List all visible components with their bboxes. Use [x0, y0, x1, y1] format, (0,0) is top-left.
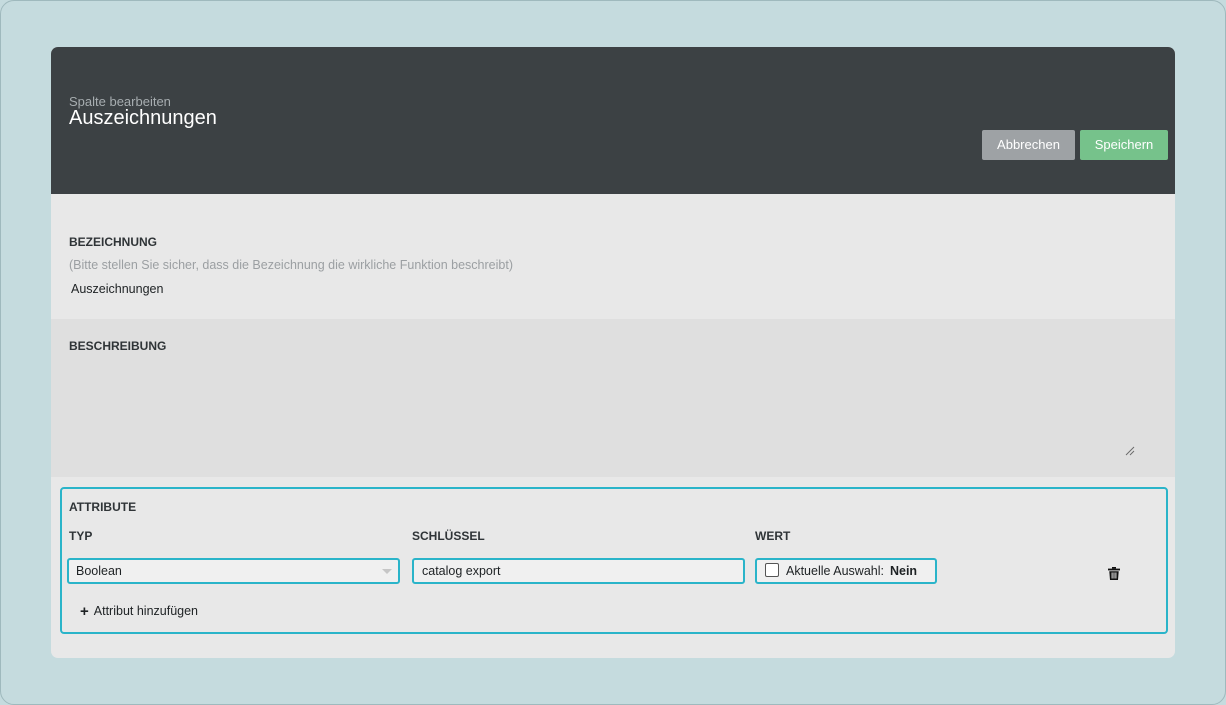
value-column-header: WERT: [755, 529, 791, 543]
description-textarea[interactable]: BESCHREIBUNG: [51, 319, 1175, 477]
type-column-header: TYP: [69, 529, 93, 543]
attributes-panel: ATTRIBUTE TYP SCHLÜSSEL WERT Boolean cat…: [60, 487, 1168, 634]
current-selection-value: Nein: [889, 564, 918, 578]
attributes-title: ATTRIBUTE: [69, 500, 137, 514]
resize-handle-icon[interactable]: [1123, 444, 1135, 456]
key-input[interactable]: catalog export: [412, 558, 745, 584]
chevron-down-icon: [382, 569, 392, 574]
cancel-button[interactable]: Abbrechen: [982, 130, 1075, 160]
add-attribute-button[interactable]: + Attribut hinzufügen: [80, 603, 198, 620]
dialog-header: Spalte bearbeiten Auszeichnungen Abbrech…: [51, 47, 1175, 194]
key-column-header: SCHLÜSSEL: [412, 529, 485, 543]
type-select-value: Boolean: [76, 564, 122, 578]
dialog-title: Auszeichnungen: [69, 107, 217, 129]
name-input[interactable]: Auszeichnungen: [71, 282, 163, 296]
edit-column-dialog: Spalte bearbeiten Auszeichnungen Abbrech…: [51, 47, 1175, 658]
current-selection-label: Aktuelle Auswahl:: [786, 564, 884, 578]
trash-icon[interactable]: [1108, 567, 1120, 580]
boolean-value-field: Aktuelle Auswahl: Nein: [755, 558, 937, 584]
description-label: BESCHREIBUNG: [69, 339, 167, 353]
name-hint: (Bitte stellen Sie sicher, dass die Beze…: [69, 258, 513, 272]
add-attribute-label: Attribut hinzufügen: [93, 604, 199, 618]
save-button[interactable]: Speichern: [1080, 130, 1168, 160]
type-select[interactable]: Boolean: [67, 558, 400, 584]
boolean-checkbox[interactable]: [765, 563, 779, 577]
name-label: BEZEICHNUNG: [69, 235, 158, 249]
plus-icon: +: [80, 603, 89, 620]
